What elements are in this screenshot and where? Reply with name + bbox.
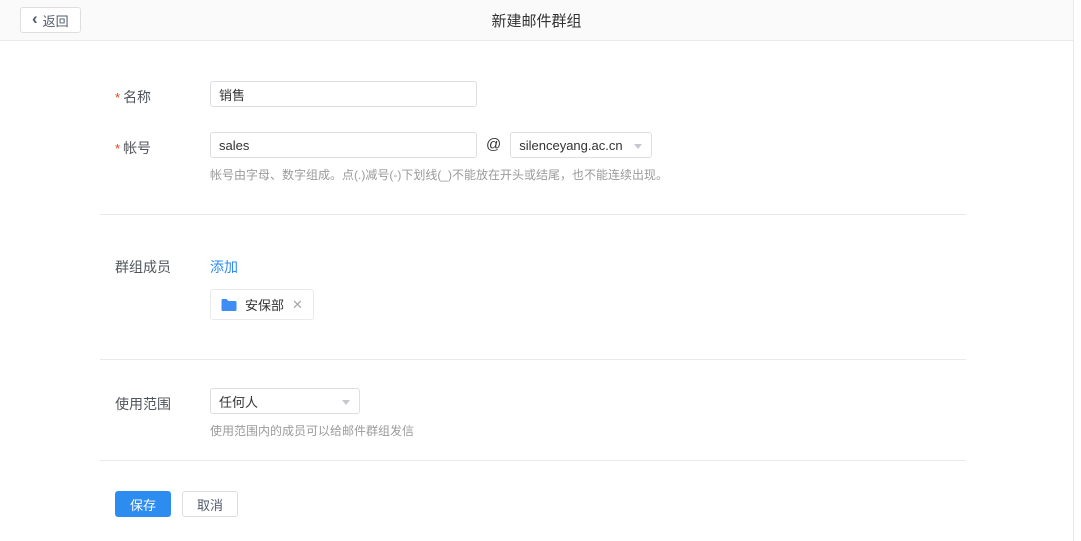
account-input-group: @ silenceyang.ac.cn <box>210 132 668 158</box>
scope-helper-text: 使用范围内的成员可以给邮件群组发信 <box>210 422 414 439</box>
member-tag-name: 安保部 <box>245 295 284 314</box>
scope-selected-value: 任何人 <box>219 392 258 411</box>
required-mark: * <box>115 90 120 105</box>
cancel-button[interactable]: 取消 <box>182 491 238 517</box>
folder-icon <box>221 298 237 312</box>
caret-down-icon <box>634 144 642 149</box>
account-label: *帐号 <box>115 132 210 158</box>
caret-down-icon <box>342 400 350 405</box>
members-label-text: 群组成员 <box>115 259 171 275</box>
scope-controls: 任何人 使用范围内的成员可以给邮件群组发信 <box>210 388 414 439</box>
members-label: 群组成员 <box>115 251 210 277</box>
member-tag: 安保部 ✕ <box>210 289 314 320</box>
scope-label-text: 使用范围 <box>115 396 171 412</box>
chevron-left-icon: ‹ <box>32 9 38 29</box>
member-tag-list: 安保部 ✕ <box>210 277 314 320</box>
page-title: 新建邮件群组 <box>491 10 581 31</box>
section-divider <box>100 460 966 461</box>
domain-selected-value: silenceyang.ac.cn <box>519 138 622 153</box>
section-divider <box>100 359 966 360</box>
section-divider <box>100 214 966 215</box>
account-controls: @ silenceyang.ac.cn 帐号由字母、数字组成。点(.)减号(-)… <box>210 132 668 183</box>
scope-label: 使用范围 <box>115 388 210 414</box>
name-input[interactable] <box>210 81 477 107</box>
account-helper-text: 帐号由字母、数字组成。点(.)减号(-)下划线(_)不能放在开头或结尾，也不能连… <box>210 166 668 183</box>
name-row: *名称 <box>115 81 1073 107</box>
members-controls: 添加 安保部 ✕ <box>210 251 314 320</box>
mail-group-form: *名称 *帐号 @ silenceyang.ac.cn 帐号由字母、数字组成。点… <box>0 41 1073 517</box>
account-input[interactable] <box>210 132 477 158</box>
at-symbol: @ <box>486 132 501 158</box>
scope-select[interactable]: 任何人 <box>210 388 360 414</box>
name-label-text: 名称 <box>123 89 151 105</box>
create-mail-group-page: ‹ 返回 新建邮件群组 *名称 *帐号 @ silenceyang.ac.cn <box>0 0 1074 541</box>
topbar: ‹ 返回 新建邮件群组 <box>0 0 1073 41</box>
add-member-link[interactable]: 添加 <box>210 251 238 277</box>
name-label: *名称 <box>115 81 210 107</box>
back-button[interactable]: ‹ 返回 <box>20 7 81 33</box>
members-row: 群组成员 添加 安保部 ✕ <box>115 251 1073 320</box>
remove-member-icon[interactable]: ✕ <box>292 298 303 311</box>
account-row: *帐号 @ silenceyang.ac.cn 帐号由字母、数字组成。点(.)减… <box>115 132 1073 183</box>
domain-select[interactable]: silenceyang.ac.cn <box>510 132 652 158</box>
scope-row: 使用范围 任何人 使用范围内的成员可以给邮件群组发信 <box>115 388 1073 439</box>
back-button-label: 返回 <box>43 11 69 30</box>
form-actions: 保存 取消 <box>115 491 1073 517</box>
save-button[interactable]: 保存 <box>115 491 171 517</box>
account-label-text: 帐号 <box>123 140 151 156</box>
required-mark: * <box>115 141 120 156</box>
